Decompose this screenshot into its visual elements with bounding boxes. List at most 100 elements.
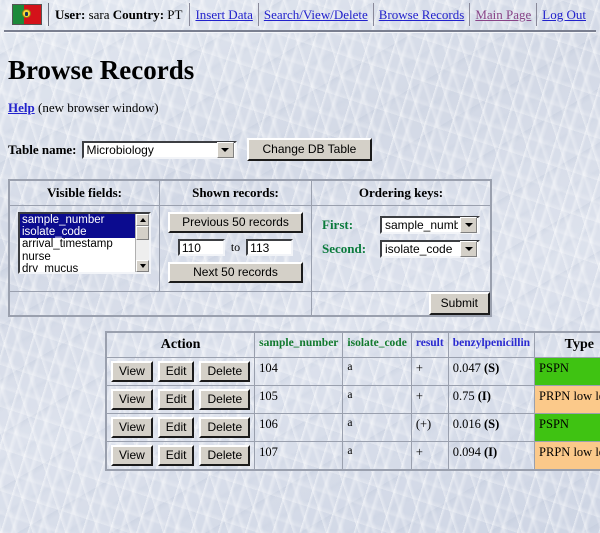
cell-type: PRPN low level <box>534 441 600 471</box>
list-item[interactable]: sample_number <box>20 214 135 227</box>
ordering-keys-heading: Ordering keys: <box>312 181 490 206</box>
column-header-isolate-code: isolate_code <box>342 331 412 358</box>
benzylpenicillin-value: 0.094 <box>452 445 481 459</box>
row-actions: View Edit Delete <box>105 357 256 386</box>
flag-cell <box>9 3 49 26</box>
cell-sample-number: 105 <box>254 385 344 414</box>
cell-isolate-code: a <box>342 441 412 471</box>
scrollbar-track[interactable] <box>136 226 149 260</box>
ordering-keys-panel: Ordering keys: First: sample_number Seco… <box>311 179 492 292</box>
page-title: Browse Records <box>8 55 195 85</box>
submit-button[interactable]: Submit <box>428 292 490 315</box>
controls-table: Visible fields: sample_number isolate_co… <box>8 179 492 317</box>
results-table: Action sample_number isolate_code result… <box>105 331 600 471</box>
nav-link-search-view-delete[interactable]: Search/View/Delete <box>264 7 368 22</box>
cell-isolate-code: a <box>342 385 412 414</box>
nav-link-log-out[interactable]: Log Out <box>542 7 586 22</box>
scrollbar-thumb[interactable] <box>136 226 149 240</box>
help-link[interactable]: Help <box>8 100 35 115</box>
ordering-second-select[interactable]: isolate_code <box>380 240 480 258</box>
benzylpenicillin-flag: (S) <box>483 417 500 431</box>
scroll-down-icon[interactable] <box>136 260 149 272</box>
table-row: View Edit Delete 106 a (+) 0.016 (S) PSPN <box>105 413 600 442</box>
list-item[interactable]: arrival_timestamp <box>20 238 135 250</box>
results-table-container: Action sample_number isolate_code result… <box>105 331 600 471</box>
edit-button[interactable]: Edit <box>157 389 195 410</box>
top-navigation-table: User: sara Country: PT Insert Data Searc… <box>9 3 591 26</box>
column-header-benzylpenicillin: benzylpenicillin <box>447 331 536 358</box>
cell-benzylpenicillin: 0.016 (S) <box>447 413 536 442</box>
cell-isolate-code: a <box>342 357 412 386</box>
edit-button[interactable]: Edit <box>157 361 195 382</box>
cell-benzylpenicillin: 0.047 (S) <box>447 357 536 386</box>
nav-divider <box>4 30 596 33</box>
view-button[interactable]: View <box>111 361 153 382</box>
delete-button[interactable]: Delete <box>199 389 251 410</box>
table-name-select-value: Microbiology <box>86 142 154 157</box>
cell-result: + <box>410 357 449 386</box>
edit-button[interactable]: Edit <box>157 417 195 438</box>
view-button[interactable]: View <box>111 389 153 410</box>
benzylpenicillin-value: 0.75 <box>452 389 475 403</box>
cell-type: PSPN <box>534 413 600 442</box>
cell-type: PRPN low level <box>534 385 600 414</box>
help-note: (new browser window) <box>37 100 159 115</box>
user-label: User: <box>54 6 86 22</box>
list-item[interactable]: nurse <box>20 251 135 263</box>
previous-50-records-button[interactable]: Previous 50 records <box>168 212 303 233</box>
ordering-first-row: First: sample_number <box>322 216 480 234</box>
cell-result: (+) <box>410 413 449 442</box>
ordering-second-label: Second: <box>322 241 367 256</box>
nav-link-insert-data[interactable]: Insert Data <box>195 7 252 22</box>
nav-cell-browse-records[interactable]: Browse Records <box>372 3 470 26</box>
cell-result: + <box>410 385 449 414</box>
nav-link-browse-records[interactable]: Browse Records <box>379 7 465 22</box>
cell-sample-number: 104 <box>254 357 344 386</box>
table-name-select[interactable]: Microbiology <box>81 140 237 159</box>
view-button[interactable]: View <box>111 417 153 438</box>
nav-cell-log-out[interactable]: Log Out <box>536 3 591 26</box>
delete-button[interactable]: Delete <box>199 445 251 466</box>
country-value: PT <box>167 6 183 22</box>
nav-cell-main-page[interactable]: Main Page <box>469 3 537 26</box>
nav-cell-search-view-delete[interactable]: Search/View/Delete <box>257 3 374 26</box>
cell-isolate-code: a <box>342 413 412 442</box>
range-from-input[interactable] <box>177 239 225 256</box>
record-range-row: to <box>168 239 303 256</box>
listbox-scrollbar[interactable] <box>135 214 149 272</box>
column-header-sample-number: sample_number <box>254 331 344 358</box>
cell-sample-number: 107 <box>254 441 344 471</box>
submit-cell: Submit <box>311 291 492 317</box>
visible-fields-items: sample_number isolate_code arrival_times… <box>20 214 135 272</box>
row-actions: View Edit Delete <box>105 385 256 414</box>
view-button[interactable]: View <box>111 445 153 466</box>
visible-fields-heading: Visible fields: <box>10 181 159 206</box>
range-to-input[interactable] <box>246 239 294 256</box>
visible-fields-listbox[interactable]: sample_number isolate_code arrival_times… <box>18 212 151 274</box>
benzylpenicillin-flag: (I) <box>477 389 491 403</box>
benzylpenicillin-flag: (I) <box>483 445 498 459</box>
cell-type: PSPN <box>534 357 600 386</box>
ordering-second-row: Second: isolate_code <box>322 240 480 258</box>
benzylpenicillin-flag: (S) <box>483 361 500 375</box>
change-db-table-button[interactable]: Change DB Table <box>246 138 373 161</box>
ordering-first-select[interactable]: sample_number <box>380 216 480 234</box>
chevron-down-icon <box>460 217 477 233</box>
list-item[interactable]: isolate_code <box>20 226 135 239</box>
column-header-type: Type <box>534 331 600 358</box>
ordering-first-value: sample_number <box>385 218 458 232</box>
scroll-up-icon[interactable] <box>136 214 149 226</box>
delete-button[interactable]: Delete <box>199 361 251 382</box>
results-body: View Edit Delete 104 a + 0.047 (S) PSPN Vi… <box>105 357 600 471</box>
row-actions: View Edit Delete <box>105 441 256 471</box>
nav-link-main-page[interactable]: Main Page <box>475 7 531 22</box>
next-50-records-button[interactable]: Next 50 records <box>168 262 303 283</box>
nav-cell-insert-data[interactable]: Insert Data <box>189 3 259 26</box>
chevron-down-icon <box>460 241 477 257</box>
edit-button[interactable]: Edit <box>157 445 195 466</box>
chevron-down-icon <box>216 141 234 158</box>
column-header-action: Action <box>105 331 256 358</box>
table-name-label: Table name: <box>8 141 77 157</box>
list-item[interactable]: dry_mucus <box>20 263 135 272</box>
delete-button[interactable]: Delete <box>199 417 251 438</box>
